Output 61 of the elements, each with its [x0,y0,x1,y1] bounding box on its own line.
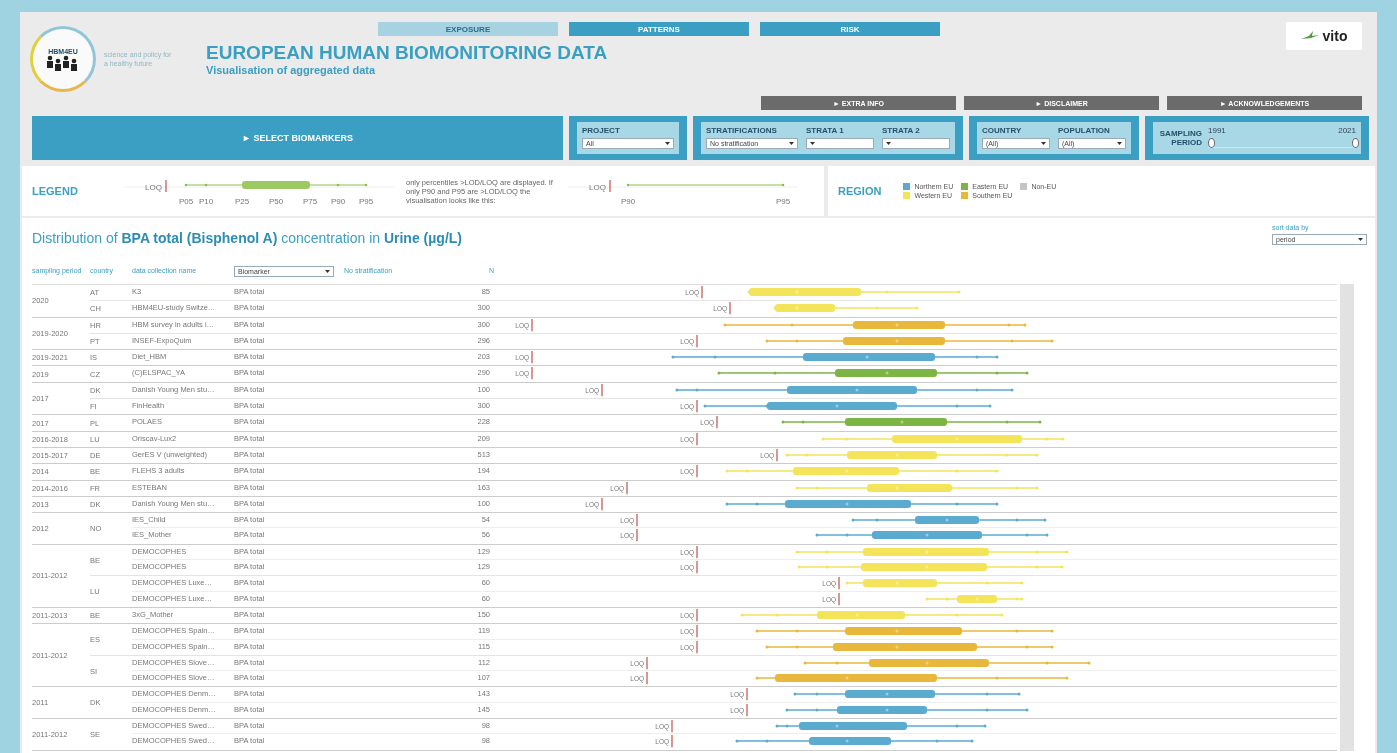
percentile-label: P95 [775,197,791,206]
loq-marker [609,179,611,193]
loq-marker [716,415,718,430]
loq-marker [696,464,698,479]
tick-label: 2021 [1338,126,1356,135]
dropdown[interactable] [806,138,874,149]
loq-marker [601,383,603,397]
loq-marker [776,448,778,462]
loq-marker [729,301,731,316]
tick-label: 1991 [1208,126,1226,135]
family-icon [46,54,80,71]
loq-marker [696,334,698,348]
range-slider[interactable] [1208,137,1356,148]
loq-marker [701,285,703,299]
region-title: REGION [838,185,882,197]
filter-label: POPULATION [1058,126,1111,135]
filter-label: SAMPLING PERIOD [1158,129,1202,147]
percentile-label: P75 [302,197,318,206]
percentile-label: P90 [330,197,346,206]
slider-handle[interactable] [1352,138,1359,148]
page-title: EUROPEAN HUMAN BIOMONITORING DATA [206,42,609,64]
filter-label: COUNTRY [982,126,1023,135]
caret-icon [789,142,794,145]
scrollbar[interactable] [1340,284,1354,751]
loq-marker [601,497,603,511]
dropdown[interactable] [882,138,950,149]
caret-icon [665,142,670,145]
loq-marker [165,179,167,193]
loq-marker [696,399,698,413]
percentile-label: P90 [620,197,636,206]
loq-marker [696,608,698,622]
nav-tab[interactable]: PATTERNS [569,22,749,36]
percentile-label: P25 [234,197,250,206]
loq-marker [696,432,698,446]
bird-icon [1300,31,1319,41]
percentile-label: P50 [268,197,284,206]
percentile-label: P10 [198,197,214,206]
legend-title: LEGEND [32,185,79,197]
filter-label: STRATIFICATIONS [706,126,778,135]
slider-handle[interactable] [1208,138,1215,148]
loq-label: LOQ [589,183,606,192]
caret-icon [886,142,891,145]
caret-icon [1041,142,1046,145]
loq-marker [626,480,628,495]
filter-label: STRATA 2 [882,126,921,135]
chart-title: Distribution of BPA total (Bisphenol A) concentration in Urine (µg/L) [32,229,462,248]
page-subtitle: Visualisation of aggregated data [206,64,377,76]
percentile-label: P05 [178,197,194,206]
select-biomarkers-button[interactable]: ► SELECT BIOMARKERS [32,116,563,160]
nav-tab[interactable]: EXPOSURE [378,22,558,36]
filter-label: STRATA 1 [806,126,845,135]
loq-label: LOQ [145,183,162,192]
caret-icon [810,142,815,145]
filter-label: PROJECT [582,126,621,135]
nav-tab[interactable]: RISK [760,22,940,36]
percentile-label: P95 [358,197,374,206]
partner-logo: vito [1286,22,1362,50]
caret-icon [325,269,330,273]
caret-icon [1358,238,1363,241]
loq-marker [531,318,533,332]
caret-icon [1117,142,1122,145]
